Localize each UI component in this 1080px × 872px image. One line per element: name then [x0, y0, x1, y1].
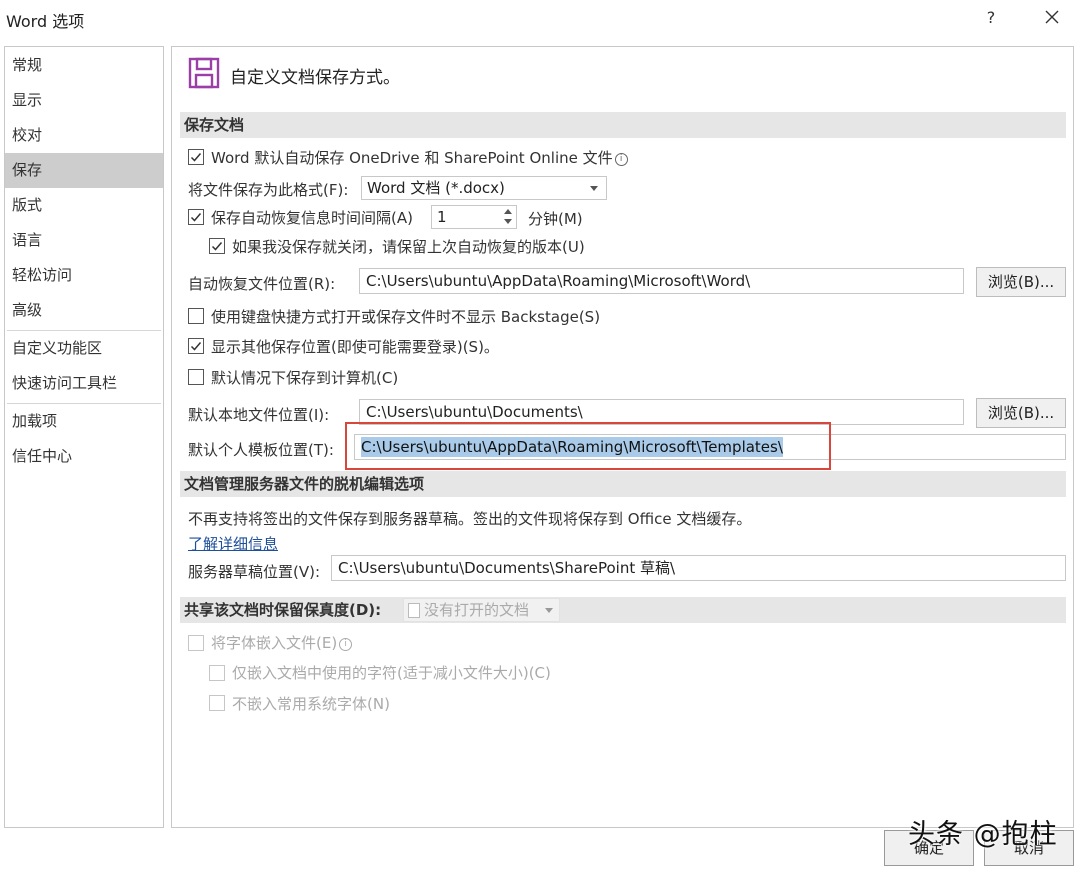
- highlight-box: [345, 422, 831, 470]
- spin-up-icon[interactable]: [504, 209, 512, 214]
- fidelity-document-value: 没有打开的文档: [424, 601, 530, 619]
- onedrive-autosave-label: Word 默认自动保存 OneDrive 和 SharePoint Online…: [211, 147, 628, 168]
- sidebar-item-layout[interactable]: 版式: [5, 188, 163, 223]
- close-icon: [1045, 10, 1059, 24]
- offline-notice: 不再支持将签出的文件保存到服务器草稿。签出的文件现将保存到 Office 文档缓…: [188, 510, 752, 528]
- browse-autorecover-button[interactable]: 浏览(B)...: [976, 267, 1066, 297]
- keep-last-autosaved-checkbox[interactable]: [209, 238, 225, 254]
- checkmark-icon: [190, 153, 202, 162]
- autorecover-location-input[interactable]: C:\Users\ubuntu\AppData\Roaming\Microsof…: [359, 268, 964, 294]
- title-bar: Word 选项 ?: [0, 0, 1080, 36]
- sidebar-item-general[interactable]: 常规: [5, 48, 163, 83]
- checkmark-icon: [190, 342, 202, 351]
- help-button[interactable]: ?: [980, 6, 1002, 30]
- autorecover-label: 保存自动恢复信息时间间隔(A): [211, 209, 413, 227]
- embed-used-only-label: 仅嵌入文档中使用的字符(适于减小文件大小)(C): [232, 664, 551, 682]
- save-to-computer-checkbox[interactable]: [188, 369, 204, 385]
- sidebar-item-customize-ribbon[interactable]: 自定义功能区: [5, 331, 163, 366]
- keep-last-autosaved-label: 如果我没保存就关闭，请保留上次自动恢复的版本(U): [232, 238, 585, 256]
- autorecover-unit: 分钟(M): [528, 210, 583, 228]
- chevron-down-icon: [590, 186, 598, 191]
- spin-down-icon[interactable]: [504, 219, 512, 224]
- fidelity-title: 共享该文档时保留保真度(D):: [184, 601, 382, 619]
- browse-local-button[interactable]: 浏览(B)...: [976, 398, 1066, 428]
- learn-more-link[interactable]: 了解详细信息: [188, 533, 278, 554]
- sidebar: 常规 显示 校对 保存 版式 语言 轻松访问 高级 自定义功能区 快速访问工具栏…: [4, 46, 164, 828]
- options-panel: 自定义文档保存方式。 保存文档 Word 默认自动保存 OneDrive 和 S…: [171, 46, 1074, 828]
- autorecover-location-label: 自动恢复文件位置(R):: [188, 275, 336, 293]
- sidebar-item-save[interactable]: 保存: [5, 153, 163, 188]
- sidebar-item-addins[interactable]: 加载项: [5, 404, 163, 439]
- window-title: Word 选项: [6, 12, 85, 31]
- autorecover-checkbox[interactable]: [188, 209, 204, 225]
- drafts-location-input[interactable]: C:\Users\ubuntu\Documents\SharePoint 草稿\: [331, 555, 1066, 581]
- sidebar-item-language[interactable]: 语言: [5, 223, 163, 258]
- checkmark-icon: [190, 213, 202, 222]
- no-backstage-checkbox[interactable]: [188, 308, 204, 324]
- autorecover-interval-stepper[interactable]: 1: [431, 205, 517, 229]
- sidebar-item-advanced[interactable]: 高级: [5, 293, 163, 328]
- page-title: 自定义文档保存方式。: [230, 68, 400, 88]
- local-location-label: 默认本地文件位置(I):: [188, 406, 330, 424]
- embed-fonts-label: 将字体嵌入文件(E) i: [211, 632, 353, 653]
- sidebar-item-trust-center[interactable]: 信任中心: [5, 439, 163, 474]
- chevron-down-icon: [545, 608, 553, 613]
- no-common-fonts-checkbox: [209, 695, 225, 711]
- section-header-fidelity: 共享该文档时保留保真度(D):: [180, 597, 1066, 623]
- show-other-locations-label: 显示其他保存位置(即使可能需要登录)(S)。: [211, 338, 499, 356]
- no-common-fonts-label: 不嵌入常用系统字体(N): [232, 695, 390, 713]
- format-label: 将文件保存为此格式(F):: [188, 181, 349, 199]
- info-icon: i: [614, 153, 628, 166]
- embed-used-only-checkbox: [209, 665, 225, 681]
- embed-fonts-checkbox: [188, 635, 204, 651]
- autorecover-interval-value: 1: [437, 208, 447, 226]
- info-icon: i: [339, 638, 353, 651]
- format-select-value: Word 文档 (*.docx): [367, 179, 505, 197]
- no-backstage-label: 使用键盘快捷方式打开或保存文件时不显示 Backstage(S): [211, 308, 601, 326]
- sidebar-item-quick-access-toolbar[interactable]: 快速访问工具栏: [5, 366, 163, 401]
- onedrive-autosave-checkbox[interactable]: [188, 149, 204, 165]
- save-icon: [188, 57, 220, 89]
- drafts-location-label: 服务器草稿位置(V):: [188, 563, 321, 581]
- sidebar-item-display[interactable]: 显示: [5, 83, 163, 118]
- section-header-offline: 文档管理服务器文件的脱机编辑选项: [180, 471, 1066, 497]
- fidelity-document-select: 没有打开的文档: [403, 598, 560, 622]
- document-icon: [408, 603, 420, 618]
- close-button[interactable]: [1040, 5, 1064, 29]
- sidebar-item-accessibility[interactable]: 轻松访问: [5, 258, 163, 293]
- watermark: 头条 @抱柱: [908, 819, 1058, 850]
- show-other-locations-checkbox[interactable]: [188, 338, 204, 354]
- format-select[interactable]: Word 文档 (*.docx): [361, 176, 607, 200]
- save-to-computer-label: 默认情况下保存到计算机(C): [211, 369, 399, 387]
- sidebar-item-proofing[interactable]: 校对: [5, 118, 163, 153]
- checkmark-icon: [211, 242, 223, 251]
- template-location-label: 默认个人模板位置(T):: [188, 441, 334, 459]
- section-header-save: 保存文档: [180, 112, 1066, 138]
